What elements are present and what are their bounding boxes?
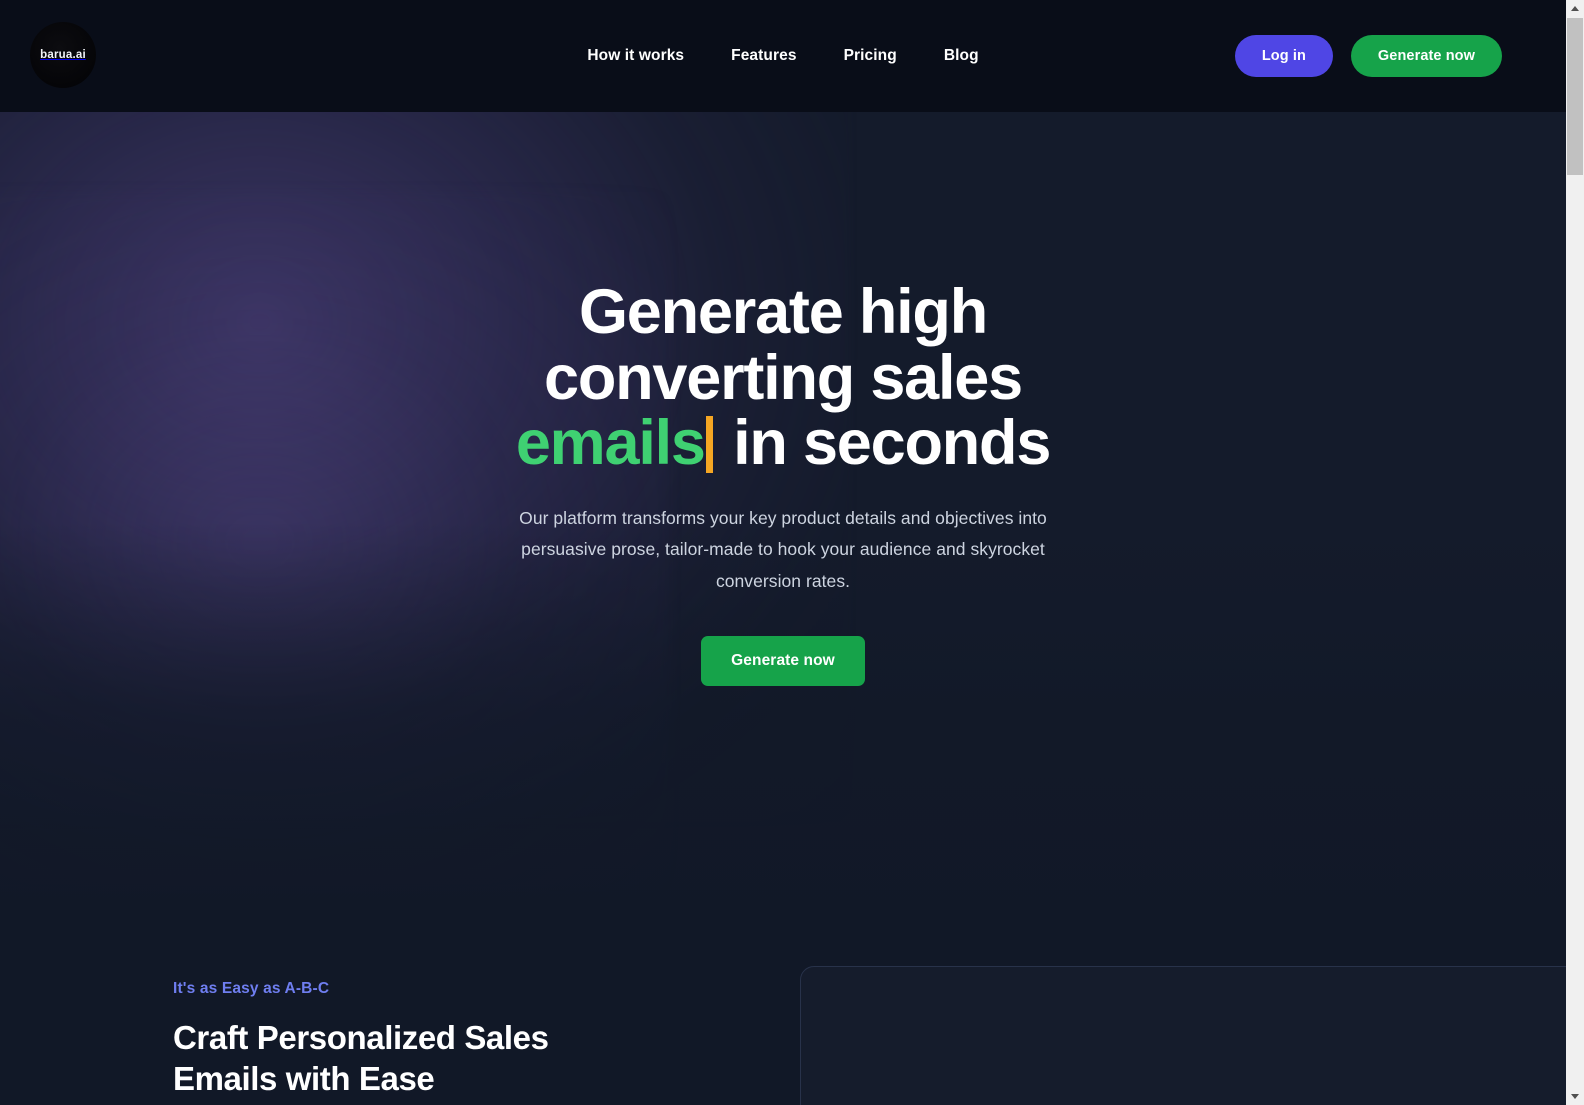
hero-content: Generate high converting sales emails in… — [0, 112, 1566, 686]
features-title-line-2: Emails with Ease — [173, 1060, 435, 1098]
header-actions: Log in Generate now — [1234, 0, 1502, 112]
features-section: It's as Easy as A-B-C Craft Personalized… — [0, 942, 1566, 1105]
features-preview-card — [800, 966, 1566, 1105]
nav-item-how-it-works[interactable]: How it works — [587, 47, 684, 65]
vertical-scrollbar[interactable] — [1566, 0, 1584, 1105]
headline-line-2: converting sales — [543, 342, 1023, 413]
scrollbar-thumb[interactable] — [1567, 18, 1583, 175]
login-button[interactable]: Log in — [1234, 34, 1333, 78]
scroll-up-arrow-icon[interactable] — [1566, 0, 1584, 17]
hero-generate-now-button[interactable]: Generate now — [701, 636, 865, 686]
features-text-column: It's as Easy as A-B-C Craft Personalized… — [173, 980, 773, 1100]
page-viewport: barua.ai How it works Features Pricing B… — [0, 0, 1566, 1105]
features-eyebrow: It's as Easy as A-B-C — [173, 980, 330, 997]
headline-line-1: Generate high — [579, 277, 988, 347]
browser-page: barua.ai How it works Features Pricing B… — [0, 0, 1584, 1105]
hero-headline: Generate high converting sales emails in… — [0, 277, 1566, 479]
features-title: Craft Personalized Sales Emails with Eas… — [173, 1017, 773, 1100]
hero-subheading: Our platform transforms your key product… — [519, 507, 1047, 592]
nav-item-features[interactable]: Features — [731, 47, 796, 65]
hero-section: Generate high converting sales emails in… — [0, 112, 1566, 942]
headline-animated-word: emails — [515, 408, 706, 479]
features-title-line-1: Craft Personalized Sales — [173, 1019, 549, 1056]
headline-line-3-rest: in seconds — [716, 408, 1051, 479]
scroll-down-arrow-icon[interactable] — [1566, 1088, 1584, 1105]
headline-line-3: emails in seconds — [0, 408, 1566, 479]
site-header: barua.ai How it works Features Pricing B… — [0, 0, 1566, 112]
header-generate-now-button[interactable]: Generate now — [1350, 34, 1502, 78]
nav-item-pricing[interactable]: Pricing — [844, 47, 897, 65]
typing-caret-icon — [705, 416, 713, 474]
nav-item-blog[interactable]: Blog — [944, 47, 979, 65]
